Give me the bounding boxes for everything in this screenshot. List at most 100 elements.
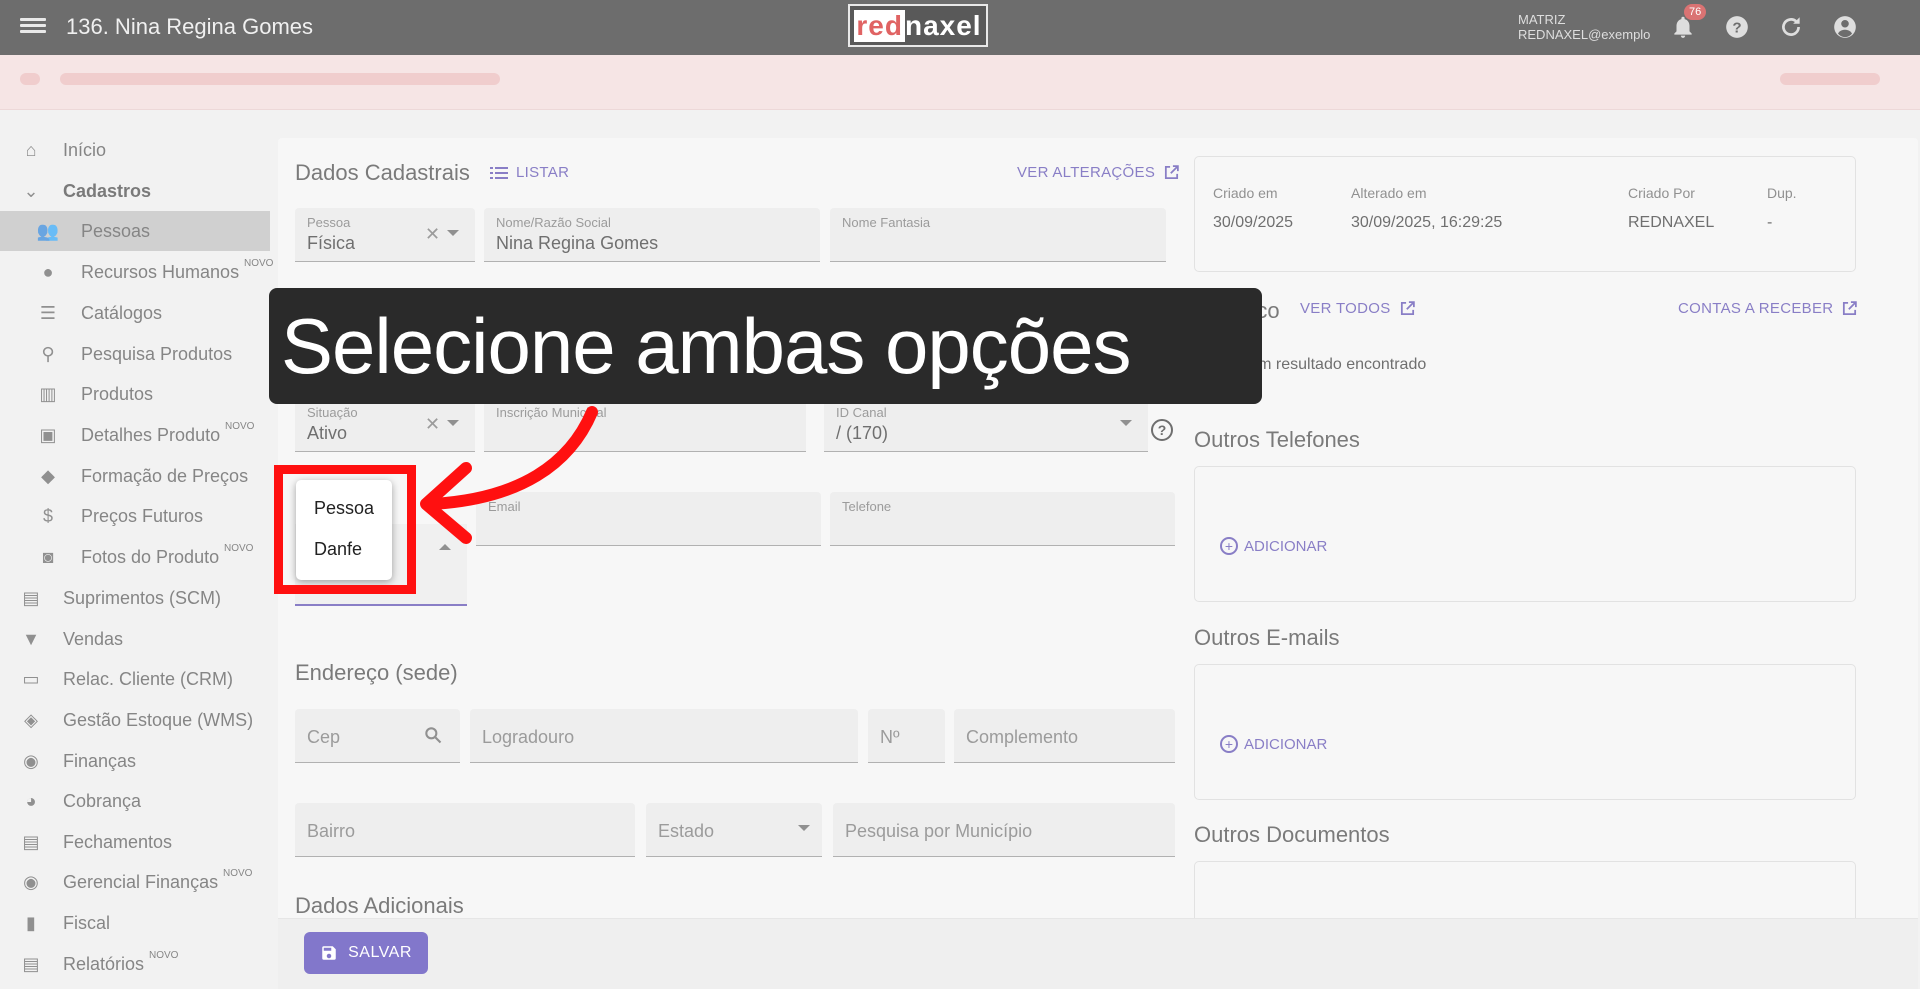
contas-receber-link[interactable]: CONTAS A RECEBER bbox=[1678, 300, 1858, 317]
sidebar-item-label: Fechamentos bbox=[63, 831, 173, 852]
sidebar-item-gerencial-finan-as[interactable]: ◉ Gerencial Finanças NOVO bbox=[0, 862, 270, 902]
sidebar-item-label: Início bbox=[63, 139, 107, 160]
sidebar-item-cat-logos[interactable]: ☰ Catálogos bbox=[0, 293, 270, 333]
sidebar-item-pessoas[interactable]: 👥 Pessoas bbox=[0, 211, 270, 251]
notification-badge: 76 bbox=[1684, 4, 1707, 20]
logradouro-placeholder: Logradouro bbox=[482, 727, 575, 747]
search-icon[interactable] bbox=[423, 725, 443, 745]
sidebar-item-fechamentos[interactable]: ▤ Fechamentos bbox=[0, 822, 270, 862]
sidebar-item-label: Pesquisa Produtos bbox=[81, 343, 233, 364]
sidebar-item-suprimentos-scm-[interactable]: ▤ Suprimentos (SCM) bbox=[0, 578, 270, 618]
fantasia-field[interactable]: Nome Fantasia bbox=[830, 208, 1166, 262]
account-icon[interactable] bbox=[1832, 14, 1858, 40]
sidebar-item-relat-rios[interactable]: ▤ Relatórios NOVO bbox=[0, 944, 270, 984]
criado-por-label: Criado Por bbox=[1628, 185, 1695, 201]
sidebar-item-vendas[interactable]: ▼ Vendas bbox=[0, 619, 270, 659]
save-button[interactable]: SALVAR bbox=[304, 932, 428, 974]
criado-em-label: Criado em bbox=[1213, 185, 1278, 201]
doc-search-icon: ▣ bbox=[39, 424, 57, 445]
sidebar-item-label: Produtos bbox=[81, 383, 154, 404]
sidebar-item-label: Finanças bbox=[63, 750, 137, 771]
municipio-field[interactable]: Pesquisa por Município bbox=[833, 803, 1175, 857]
sidebar-item-fiscal[interactable]: ▮ Fiscal bbox=[0, 903, 270, 943]
contas-receber-label: CONTAS A RECEBER bbox=[1678, 300, 1834, 317]
alert-icon bbox=[20, 73, 40, 85]
coin-icon: ◉ bbox=[23, 871, 39, 892]
sidebar-item-label: Preços Futuros bbox=[81, 505, 204, 526]
refresh-icon[interactable] bbox=[1778, 14, 1804, 40]
numero-field[interactable]: Nº bbox=[868, 709, 945, 763]
sidebar-item-label: Pessoas bbox=[81, 220, 151, 241]
sidebar-item-label: Detalhes Produto bbox=[81, 424, 221, 445]
dropdown-icon[interactable] bbox=[798, 825, 810, 831]
add-email-label: ADICIONAR bbox=[1244, 735, 1328, 753]
sidebar-item-cadastros[interactable]: ⌄ Cadastros bbox=[0, 171, 270, 211]
clear-icon[interactable]: ✕ bbox=[425, 224, 440, 245]
bairro-field[interactable]: Bairro bbox=[295, 803, 635, 857]
help-icon[interactable]: ? bbox=[1724, 14, 1750, 40]
sidebar-item-cobran-a[interactable]: ◕ Cobrança bbox=[0, 781, 270, 821]
sidebar-item-pre-os-futuros[interactable]: $ Preços Futuros bbox=[0, 496, 270, 536]
tutorial-caption: Selecione ambas opções bbox=[269, 288, 1262, 404]
pessoa-select[interactable]: Pessoa Física ✕ bbox=[295, 208, 475, 262]
sidebar-item-produtos[interactable]: ▥ Produtos bbox=[0, 374, 270, 414]
sidebar-item-gest-o-estoque-wms-[interactable]: ◈ Gestão Estoque (WMS) bbox=[0, 700, 270, 740]
nome-field[interactable]: Nome/Razão Social Nina Regina Gomes bbox=[484, 208, 820, 262]
sidebar-item-pesquisa-produtos[interactable]: ⚲ Pesquisa Produtos bbox=[0, 334, 270, 374]
logo-red-text: red bbox=[854, 9, 905, 42]
add-telefone-button[interactable]: + ADICIONAR bbox=[1220, 537, 1327, 555]
sidebar-item-label: Formação de Preços bbox=[81, 465, 249, 486]
nome-value: Nina Regina Gomes bbox=[496, 233, 659, 253]
dollar-icon: $ bbox=[42, 505, 53, 526]
sidebar-item-detalhes-produto[interactable]: ▣ Detalhes Produto NOVO bbox=[0, 415, 270, 455]
listar-link[interactable]: LISTAR bbox=[490, 164, 569, 181]
sidebar-item-fotos-do-produto[interactable]: ◙ Fotos do Produto NOVO bbox=[0, 537, 270, 577]
svg-text:?: ? bbox=[1732, 19, 1741, 36]
novo-tag: NOVO bbox=[224, 543, 254, 554]
page-title: 136. Nina Regina Gomes bbox=[66, 14, 314, 39]
dropdown-icon[interactable] bbox=[1120, 420, 1132, 426]
top-bar: 136. Nina Regina Gomes red naxel MATRIZ R… bbox=[0, 0, 1920, 55]
sidebar-item-recursos-humanos[interactable]: ● Recursos Humanos NOVO bbox=[0, 252, 274, 292]
directions-icon: ◈ bbox=[24, 709, 38, 730]
highlight-box bbox=[274, 465, 416, 594]
person-icon: ● bbox=[42, 261, 54, 282]
sidebar-item-label: Relac. Cliente (CRM) bbox=[63, 668, 234, 689]
ver-todos-link[interactable]: VER TODOS bbox=[1300, 300, 1416, 317]
endereco-title: Endereço (sede) bbox=[295, 660, 458, 685]
search-icon: ⚲ bbox=[41, 343, 55, 364]
complemento-field[interactable]: Complemento bbox=[954, 709, 1175, 763]
footer-bar bbox=[278, 918, 1918, 989]
sidebar-item-label: Cadastros bbox=[63, 180, 152, 201]
help-circle-icon[interactable]: ? bbox=[1150, 418, 1174, 442]
ver-alteracoes-link[interactable]: VER ALTERAÇÕES bbox=[1017, 164, 1180, 181]
sidebar-item-label: Cobrança bbox=[63, 790, 142, 811]
novo-tag: NOVO bbox=[225, 421, 255, 432]
add-circle-icon: + bbox=[1220, 735, 1238, 753]
sidebar-item-in-cio[interactable]: ⌂ Início bbox=[0, 130, 270, 170]
open-external-icon bbox=[1165, 165, 1179, 180]
camera-icon: ◙ bbox=[42, 546, 54, 567]
id-canal-select[interactable]: ID Canal / (170) bbox=[824, 398, 1148, 452]
novo-tag: NOVO bbox=[149, 950, 179, 961]
add-email-button[interactable]: + ADICIONAR bbox=[1220, 735, 1327, 753]
pie-icon: ◕ bbox=[25, 790, 37, 811]
estado-select[interactable]: Estado bbox=[646, 803, 822, 857]
cep-field[interactable]: Cep bbox=[295, 709, 460, 763]
canal-label: ID Canal bbox=[836, 405, 887, 420]
list-icon: ☰ bbox=[39, 302, 57, 323]
dropdown-icon[interactable] bbox=[447, 230, 459, 236]
alert-action[interactable] bbox=[1780, 73, 1880, 85]
receipt-icon: ▤ bbox=[22, 831, 40, 852]
sidebar-item-finan-as[interactable]: ◉ Finanças bbox=[0, 741, 270, 781]
sidebar-item-relac-cliente-crm-[interactable]: ▭ Relac. Cliente (CRM) bbox=[0, 659, 270, 699]
logradouro-field[interactable]: Logradouro bbox=[470, 709, 858, 763]
menu-icon[interactable] bbox=[20, 15, 46, 39]
situacao-value: Ativo bbox=[307, 423, 348, 443]
supply-icon: ▤ bbox=[22, 587, 40, 608]
add-telefone-label: ADICIONAR bbox=[1244, 537, 1328, 555]
estado-placeholder: Estado bbox=[658, 821, 715, 841]
telefone-field[interactable]: Telefone bbox=[830, 492, 1175, 546]
complemento-placeholder: Complemento bbox=[966, 727, 1079, 747]
sidebar-item-forma-o-de-pre-os[interactable]: ◆ Formação de Preços bbox=[0, 456, 270, 496]
